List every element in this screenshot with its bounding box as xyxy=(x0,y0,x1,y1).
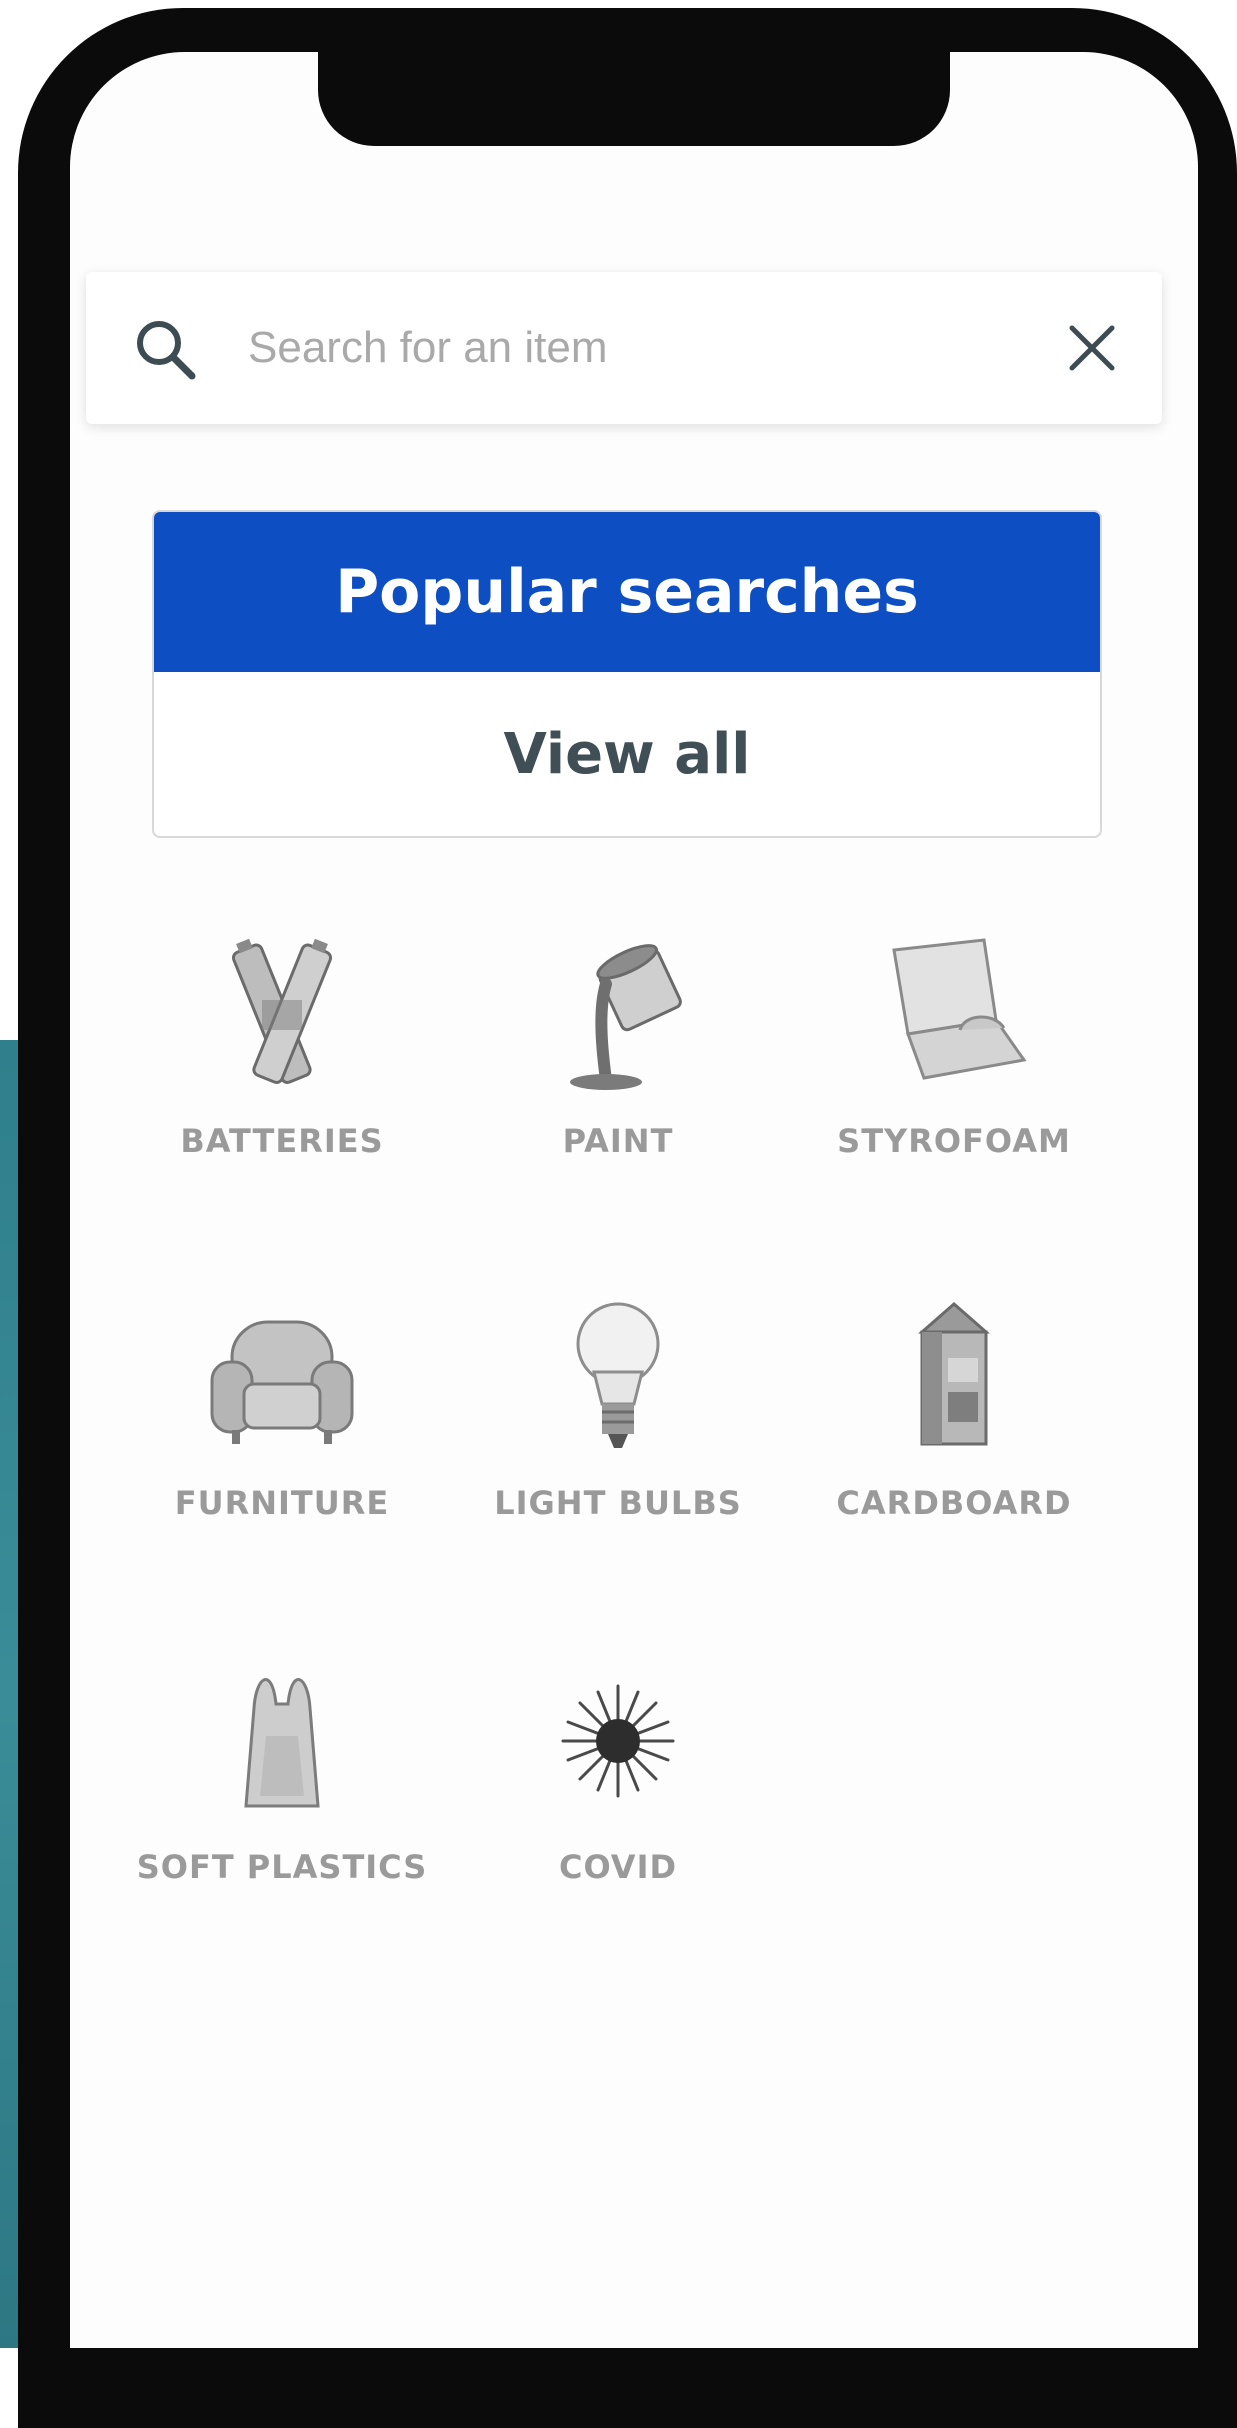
view-all-button[interactable]: View all xyxy=(154,672,1100,836)
close-icon[interactable] xyxy=(1064,320,1120,376)
search-icon xyxy=(137,321,196,380)
category-light-bulbs[interactable]: LIGHT BULBS xyxy=(458,1292,778,1542)
category-label: COVID xyxy=(558,1848,678,1886)
category-paint[interactable]: PAINT xyxy=(458,930,778,1180)
category-cardboard[interactable]: CARDBOARD xyxy=(794,1292,1114,1542)
category-soft-plastics[interactable]: SOFT PLASTICS xyxy=(122,1656,442,1906)
category-batteries[interactable]: BATTERIES xyxy=(122,930,442,1180)
category-label: LIGHT BULBS xyxy=(494,1484,742,1522)
category-label: SOFT PLASTICS xyxy=(136,1848,428,1886)
light-bulb-icon xyxy=(576,1302,660,1448)
covid-icon xyxy=(561,1684,675,1798)
styrofoam-icon xyxy=(892,938,1027,1080)
search-input[interactable] xyxy=(246,314,1010,382)
popular-searches-header: Popular searches xyxy=(154,512,1100,672)
category-label: PAINT xyxy=(562,1122,674,1160)
soft-plastics-icon xyxy=(244,1678,320,1808)
category-covid[interactable]: COVID xyxy=(458,1656,778,1906)
category-label: BATTERIES xyxy=(180,1122,384,1160)
batteries-icon xyxy=(231,938,333,1084)
category-furniture[interactable]: FURNITURE xyxy=(122,1292,442,1542)
cardboard-icon xyxy=(918,1302,990,1446)
paint-icon xyxy=(570,944,682,1090)
category-label: CARDBOARD xyxy=(836,1484,1072,1522)
furniture-icon xyxy=(210,1320,354,1444)
category-label: STYROFOAM xyxy=(837,1122,1071,1160)
category-label: FURNITURE xyxy=(174,1484,390,1522)
popular-searches-card: Popular searches View all xyxy=(152,510,1102,838)
phone-notch xyxy=(318,48,950,146)
search-bar[interactable] xyxy=(86,272,1162,424)
category-styrofoam[interactable]: STYROFOAM xyxy=(794,930,1114,1180)
